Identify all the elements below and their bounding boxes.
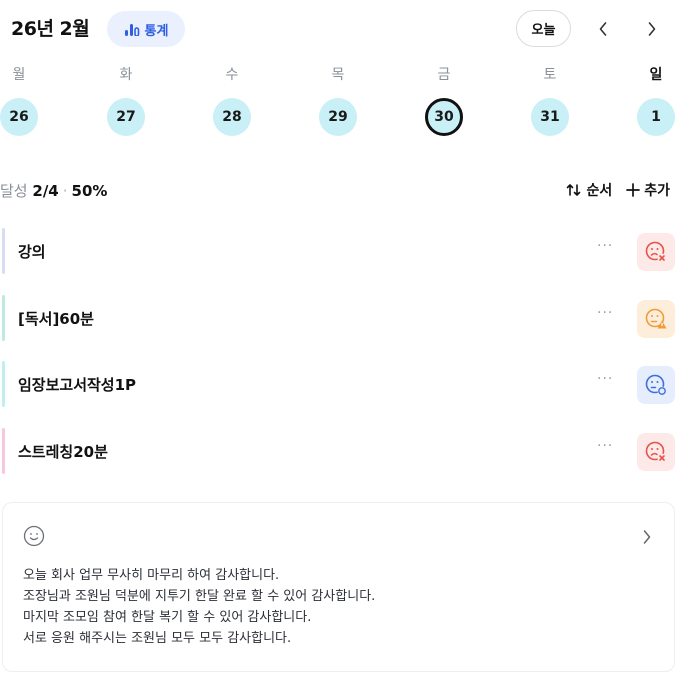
day-thu[interactable]: 목 29 — [316, 62, 360, 142]
day-date[interactable]: 1 — [637, 98, 675, 136]
day-label: 화 — [119, 67, 133, 83]
task-title: [독서]60분 — [18, 310, 94, 328]
chevron-right-icon[interactable] — [642, 529, 652, 549]
add-button[interactable]: 추가 — [626, 180, 670, 200]
today-button[interactable]: 오늘 — [516, 10, 571, 47]
summary-percent: 50% — [71, 182, 108, 200]
list-actions: 순서 추가 — [566, 180, 670, 200]
order-label: 순서 — [586, 183, 613, 199]
bar-chart-icon — [124, 22, 140, 36]
day-date[interactable]: 27 — [107, 98, 145, 136]
add-label: 추가 — [644, 183, 670, 199]
summary-prefix: 달성 — [0, 182, 28, 200]
plus-icon — [626, 183, 641, 197]
day-label: 월 — [12, 67, 26, 83]
prev-week-button[interactable] — [588, 14, 618, 44]
task-item[interactable]: 강의 ··· — [0, 226, 678, 278]
task-color-bar — [2, 361, 5, 407]
day-label: 토 — [543, 67, 557, 83]
day-date[interactable]: 28 — [213, 98, 251, 136]
stats-button[interactable]: 통계 — [107, 11, 185, 47]
month-title: 26년 2월 — [11, 18, 90, 40]
next-week-button[interactable] — [637, 14, 667, 44]
day-sat[interactable]: 토 31 — [528, 62, 572, 142]
day-tue[interactable]: 화 27 — [104, 62, 148, 142]
task-item[interactable]: [독서]60분 ··· — [0, 293, 678, 345]
sad-x-icon — [645, 441, 667, 463]
day-label: 금 — [437, 67, 451, 83]
sort-arrows-icon — [567, 184, 581, 196]
more-icon[interactable]: ··· — [597, 238, 613, 254]
note-line: 조장님과 조원님 덕분에 지투기 한달 완료 할 수 있어 감사합니다. — [23, 589, 376, 604]
task-color-bar — [2, 295, 5, 341]
day-mon[interactable]: 월 26 — [0, 62, 41, 142]
day-label: 목 — [331, 67, 345, 83]
order-button[interactable]: 순서 — [566, 180, 612, 200]
calendar-header: 26년 2월 통계 오늘 — [0, 0, 678, 58]
task-color-bar — [2, 428, 5, 474]
chevron-right-icon — [648, 22, 656, 36]
status-button[interactable] — [637, 366, 675, 404]
more-icon[interactable]: ··· — [597, 371, 613, 387]
neutral-clock-icon — [645, 374, 667, 396]
smile-icon — [23, 525, 45, 551]
sad-x-icon — [645, 241, 667, 263]
task-item[interactable]: 임장보고서작성1P ··· — [0, 359, 678, 411]
task-color-bar — [2, 228, 5, 274]
note-line: 서로 응원 해주시는 조원님 모두 모두 감사합니다. — [23, 631, 292, 646]
more-icon[interactable]: ··· — [597, 305, 613, 321]
stats-label: 통계 — [144, 23, 169, 39]
task-title: 임장보고서작성1P — [18, 376, 137, 394]
chevron-left-icon — [599, 22, 607, 36]
achievement-summary: 달성 2/4 · 50% — [0, 180, 107, 201]
note-line: 오늘 회사 업무 무사히 마무리 하여 감사합니다. — [23, 568, 280, 583]
day-date[interactable]: 29 — [319, 98, 357, 136]
day-label: 수 — [225, 67, 239, 83]
separator-dot: · — [62, 182, 68, 200]
day-sun[interactable]: 일 1 — [634, 62, 678, 142]
day-date-selected[interactable]: 30 — [425, 98, 463, 136]
sad-alert-icon — [645, 308, 667, 329]
status-button[interactable] — [637, 300, 675, 338]
note-line: 마지막 조모임 참여 한달 복기 할 수 있어 감사합니다. — [23, 610, 312, 625]
day-wed[interactable]: 수 28 — [210, 62, 254, 142]
week-strip: 월 26 화 27 수 28 목 29 금 30 토 31 일 1 — [0, 62, 678, 142]
status-button[interactable] — [637, 233, 675, 271]
task-title: 스트레칭20분 — [18, 443, 108, 461]
day-date[interactable]: 31 — [531, 98, 569, 136]
day-label: 일 — [649, 67, 663, 83]
summary-count: 2/4 — [32, 182, 59, 200]
task-title: 강의 — [18, 243, 46, 261]
task-item[interactable]: 스트레칭20분 ··· — [0, 426, 678, 478]
day-fri[interactable]: 금 30 — [422, 62, 466, 142]
gratitude-note-card[interactable]: 오늘 회사 업무 무사히 마무리 하여 감사합니다. 조장님과 조원님 덕분에 … — [2, 502, 675, 672]
note-text: 오늘 회사 업무 무사히 마무리 하여 감사합니다. 조장님과 조원님 덕분에 … — [23, 565, 375, 649]
status-button[interactable] — [637, 433, 675, 471]
day-date[interactable]: 26 — [0, 98, 38, 136]
more-icon[interactable]: ··· — [597, 438, 613, 454]
